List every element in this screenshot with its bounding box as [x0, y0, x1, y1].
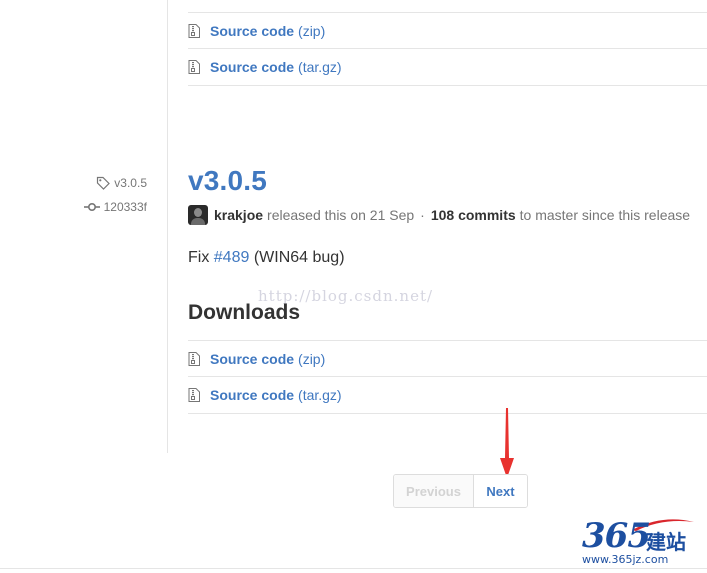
download-label: Source code	[210, 59, 295, 75]
pagination: Previous Next	[393, 474, 528, 508]
release-tag: v3.0.5	[114, 176, 147, 190]
source-code-zip-link[interactable]: Source code (zip)	[210, 351, 325, 367]
download-label: Source code	[210, 387, 295, 403]
next-button[interactable]: Next	[474, 475, 527, 507]
released-text: released this on 21 Sep	[267, 207, 415, 223]
avatar[interactable]	[188, 205, 208, 225]
release-title[interactable]: v3.0.5	[188, 165, 267, 197]
author-link[interactable]: krakjoe	[214, 207, 263, 223]
download-format: (zip)	[298, 350, 326, 367]
divider	[0, 568, 707, 569]
download-row: Source code (tar.gz)	[188, 377, 707, 414]
tag-icon	[96, 176, 111, 190]
download-row: Source code (tar.gz)	[188, 49, 707, 86]
issue-link[interactable]: #489	[214, 249, 250, 266]
red-arrow-icon	[500, 408, 514, 478]
downloads-heading: Downloads	[188, 301, 301, 324]
logo-url: www.365jz.com	[582, 553, 669, 566]
logo-number: 365	[582, 516, 651, 556]
notes-prefix: Fix	[188, 249, 210, 266]
site-logo: 365 建站 www.365jz.com	[580, 516, 700, 568]
timeline-line	[167, 0, 168, 453]
download-format: (tar.gz)	[298, 387, 342, 403]
source-code-targz-link[interactable]: Source code (tar.gz)	[210, 387, 342, 403]
notes-suffix: (WIN64 bug)	[253, 249, 345, 266]
source-code-targz-link[interactable]: Source code (tar.gz)	[210, 59, 342, 75]
download-row: Source code (zip)	[188, 340, 707, 377]
separator: ·	[420, 207, 425, 223]
release-notes: Fix #489 (WIN64 bug)	[188, 249, 345, 267]
file-zip-icon	[188, 23, 200, 38]
file-zip-icon	[188, 351, 200, 366]
release-commit-link[interactable]: 120333f	[83, 200, 147, 214]
source-code-zip-link[interactable]: Source code (zip)	[210, 23, 325, 39]
download-format: (zip)	[298, 22, 326, 39]
commits-suffix: to master since this release	[519, 207, 691, 223]
release-byline: krakjoe released this on 21 Sep · 108 co…	[188, 205, 690, 225]
release-tag-link[interactable]: v3.0.5	[96, 176, 147, 190]
commits-link[interactable]: 108 commits	[431, 207, 516, 223]
previous-button: Previous	[394, 475, 474, 507]
logo-chinese: 建站	[646, 530, 686, 554]
file-zip-icon	[188, 388, 200, 402]
download-label: Source code	[210, 22, 295, 39]
download-format: (tar.gz)	[298, 59, 342, 75]
release-commit: 120333f	[103, 200, 147, 214]
commit-icon	[83, 201, 100, 213]
download-row: Source code (zip)	[188, 12, 707, 49]
download-label: Source code	[210, 350, 295, 367]
file-zip-icon	[188, 60, 200, 74]
